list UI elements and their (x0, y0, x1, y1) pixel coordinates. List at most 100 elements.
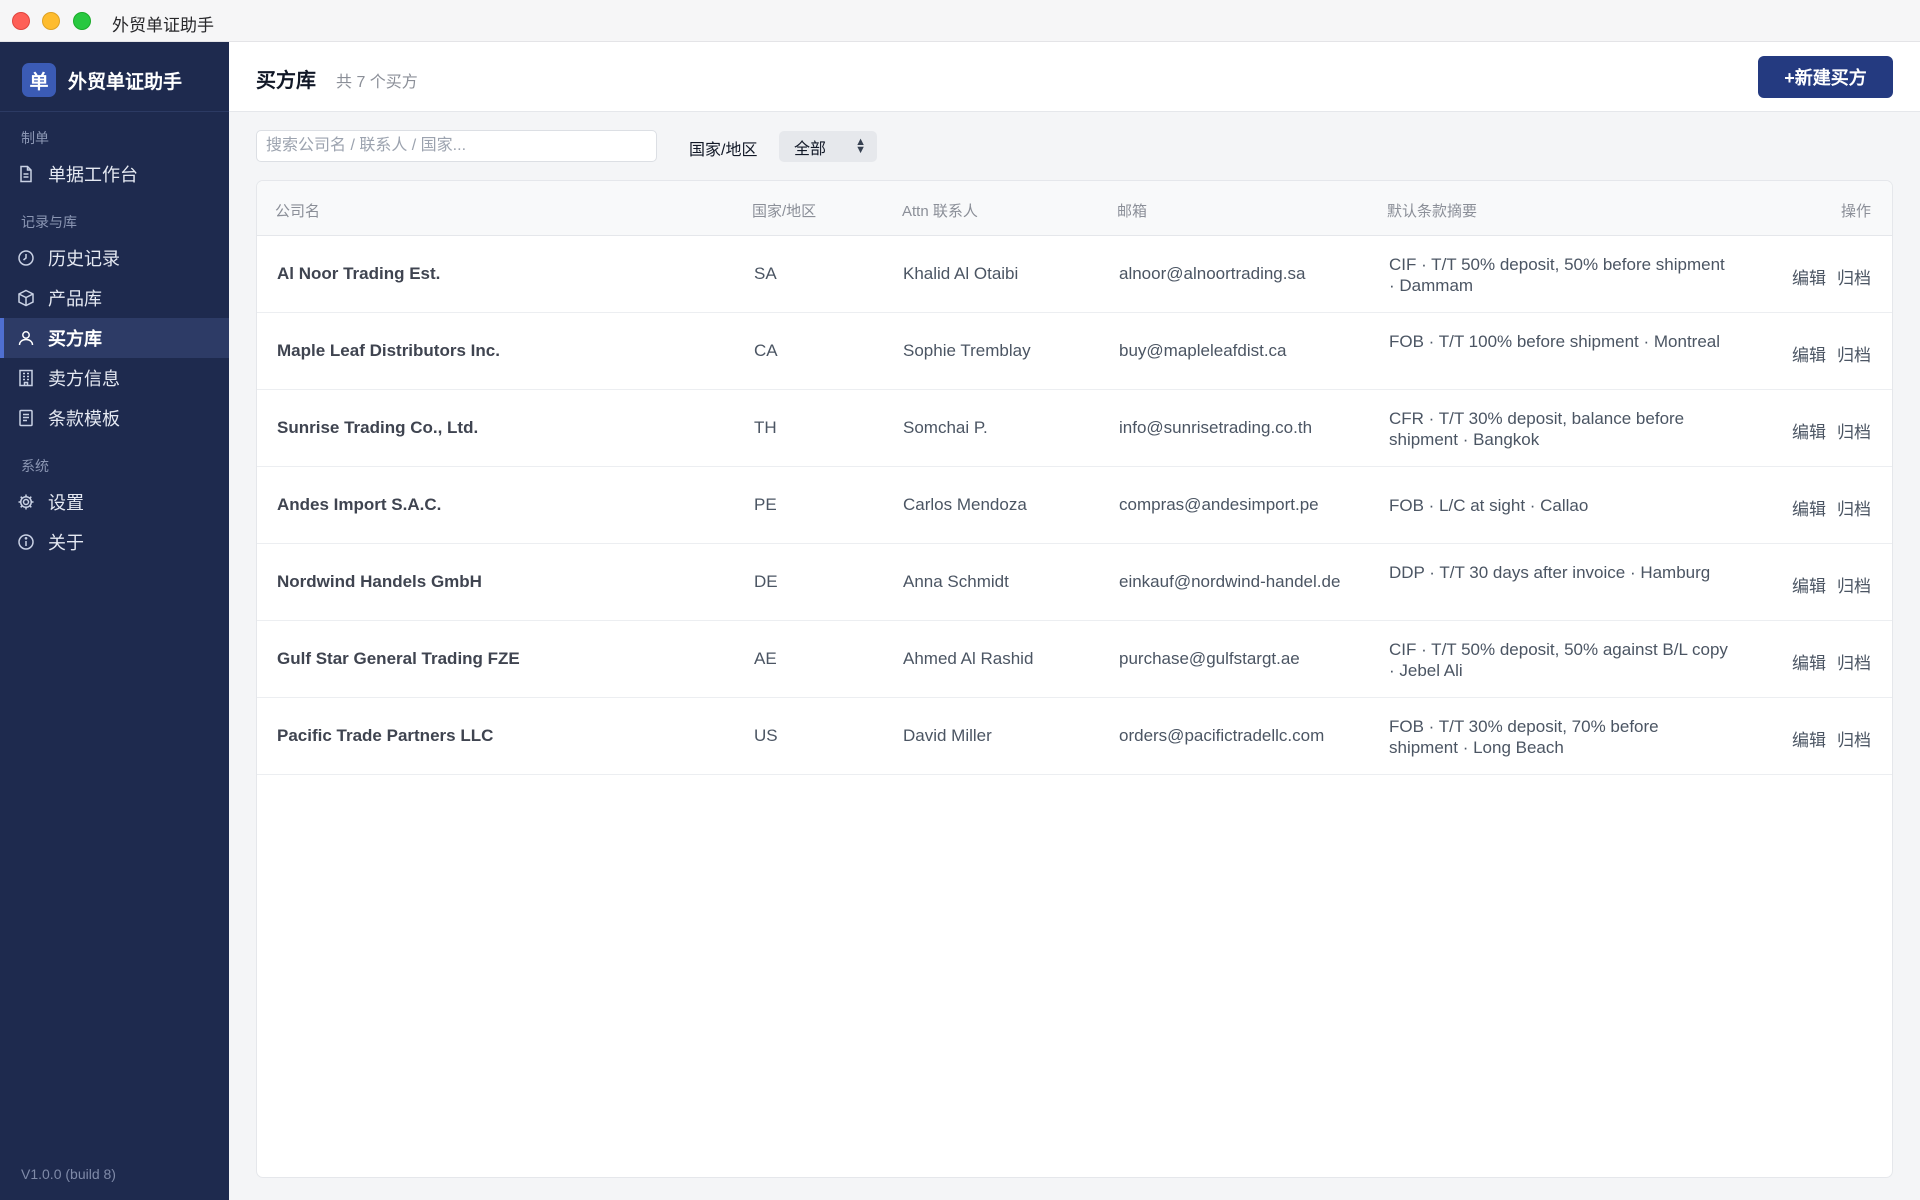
company-name: Nordwind Handels GmbH (277, 572, 482, 591)
column-header-terms: 默认条款摘要 (1387, 203, 1478, 220)
sidebar-item-about[interactable]: 关于 (0, 522, 229, 562)
edit-button[interactable]: 编辑 (1792, 726, 1826, 751)
sidebar-item-label: 单据工作台 (48, 165, 138, 185)
terms-summary: FOB · L/C at sight · Callao (1389, 496, 1589, 515)
country-code: SA (754, 264, 777, 283)
section-label-records: 记录与库 (21, 214, 77, 230)
column-header-actions: 操作 (1841, 203, 1872, 220)
edit-button[interactable]: 编辑 (1792, 495, 1826, 520)
archive-button[interactable]: 归档 (1837, 264, 1871, 289)
archive-button[interactable]: 归档 (1837, 341, 1871, 366)
box-icon (17, 289, 35, 307)
attn-contact: David Miller (903, 726, 992, 745)
table-row[interactable]: Andes Import S.A.C. PE Carlos Mendoza co… (257, 467, 1892, 544)
divider (0, 111, 229, 112)
email: compras@andesimport.pe (1119, 495, 1319, 514)
archive-button[interactable]: 归档 (1837, 418, 1871, 443)
main-content: 买方库 共 7 个买方 +新建买方 国家/地区 全部 ▲▼ 公司名 国家/地区 … (229, 42, 1920, 1200)
attn-contact: Ahmed Al Rashid (903, 649, 1034, 668)
table-row[interactable]: Pacific Trade Partners LLC US David Mill… (257, 698, 1892, 775)
table-header: 公司名 国家/地区 Attn 联系人 邮箱 默认条款摘要 操作 (257, 181, 1892, 236)
edit-button[interactable]: 编辑 (1792, 572, 1826, 597)
attn-contact: Somchai P. (903, 418, 988, 437)
country-filter-value: 全部 (794, 140, 827, 158)
attn-contact: Anna Schmidt (903, 572, 1009, 591)
column-header-attn: Attn 联系人 (902, 203, 978, 220)
terms-summary: DDP · T/T 30 days after invoice · Hambur… (1389, 563, 1711, 582)
version-label: V1.0.0 (build 8) (21, 1166, 116, 1182)
table-row[interactable]: Al Noor Trading Est. SA Khalid Al Otaibi… (257, 236, 1892, 313)
country-code: CA (754, 341, 778, 360)
sidebar-item-label: 卖方信息 (48, 369, 120, 389)
page-header: 买方库 共 7 个买方 +新建买方 (229, 42, 1920, 112)
edit-button[interactable]: 编辑 (1792, 264, 1826, 289)
terms-summary: CIF · T/T 50% deposit, 50% against B/L c… (1389, 640, 1728, 680)
sidebar-item-label: 历史记录 (48, 249, 120, 269)
title-bar: 外贸单证助手 (0, 0, 1920, 42)
email: buy@mapleleafdist.ca (1119, 341, 1287, 360)
country-code: AE (754, 649, 777, 668)
edit-button[interactable]: 编辑 (1792, 418, 1826, 443)
archive-button[interactable]: 归档 (1837, 495, 1871, 520)
buyer-count: 共 7 个买方 (336, 74, 418, 91)
column-header-company: 公司名 (275, 203, 321, 220)
brand: 单 外贸单证助手 (22, 63, 182, 97)
country-code: PE (754, 495, 777, 514)
section-label-make: 制单 (21, 130, 49, 146)
country-code: TH (754, 418, 777, 437)
sidebar-item-label: 设置 (48, 493, 84, 513)
company-name: Sunrise Trading Co., Ltd. (277, 418, 479, 437)
country-filter-label: 国家/地区 (689, 142, 758, 159)
sidebar-item-products[interactable]: 产品库 (0, 278, 229, 318)
table-row[interactable]: Gulf Star General Trading FZE AE Ahmed A… (257, 621, 1892, 698)
sidebar-item-label: 买方库 (48, 329, 102, 349)
building-icon (17, 369, 35, 387)
column-header-country: 国家/地区 (752, 203, 817, 220)
search-input[interactable] (256, 130, 657, 162)
edit-button[interactable]: 编辑 (1792, 649, 1826, 674)
sidebar-item-workbench[interactable]: 单据工作台 (0, 154, 229, 194)
email: purchase@gulfstargt.ae (1119, 649, 1300, 668)
section-label-system: 系统 (21, 458, 49, 474)
terms-summary: FOB · T/T 30% deposit, 70% before shipme… (1389, 717, 1659, 757)
archive-button[interactable]: 归档 (1837, 726, 1871, 751)
sidebar-item-buyers[interactable]: 买方库 (0, 318, 229, 358)
email: einkauf@nordwind-handel.de (1119, 572, 1341, 591)
table-row[interactable]: Maple Leaf Distributors Inc. CA Sophie T… (257, 313, 1892, 390)
attn-contact: Carlos Mendoza (903, 495, 1027, 514)
terms-summary: CFR · T/T 30% deposit, balance before sh… (1389, 409, 1685, 449)
clock-icon (17, 249, 35, 267)
attn-contact: Khalid Al Otaibi (903, 264, 1019, 283)
page-title: 买方库 (256, 70, 316, 92)
document-icon (17, 165, 35, 183)
edit-button[interactable]: 编辑 (1792, 341, 1826, 366)
email: alnoor@alnoortrading.sa (1119, 264, 1306, 283)
user-icon (17, 329, 35, 347)
column-header-email: 邮箱 (1117, 203, 1148, 220)
sidebar-item-settings[interactable]: 设置 (0, 482, 229, 522)
sidebar-item-history[interactable]: 历史记录 (0, 238, 229, 278)
new-buyer-button[interactable]: +新建买方 (1758, 56, 1893, 98)
archive-button[interactable]: 归档 (1837, 649, 1871, 674)
table-row[interactable]: Sunrise Trading Co., Ltd. TH Somchai P. … (257, 390, 1892, 467)
zoom-window-button[interactable] (73, 12, 91, 30)
email: info@sunrisetrading.co.th (1119, 418, 1313, 437)
table-row[interactable]: Nordwind Handels GmbH DE Anna Schmidt ei… (257, 544, 1892, 621)
terms-summary: CIF · T/T 50% deposit, 50% before shipme… (1389, 255, 1725, 295)
archive-button[interactable]: 归档 (1837, 572, 1871, 597)
minimize-window-button[interactable] (42, 12, 60, 30)
brand-name: 外贸单证助手 (68, 71, 183, 93)
country-code: US (754, 726, 778, 745)
close-window-button[interactable] (12, 12, 30, 30)
info-icon (17, 533, 35, 551)
sidebar-item-templates[interactable]: 条款模板 (0, 398, 229, 438)
email: orders@pacifictradellc.com (1119, 726, 1325, 745)
company-name: Andes Import S.A.C. (277, 495, 442, 514)
sidebar-item-label: 产品库 (48, 289, 102, 309)
attn-contact: Sophie Tremblay (903, 341, 1031, 360)
buyers-table: 公司名 国家/地区 Attn 联系人 邮箱 默认条款摘要 操作 Al Noor … (256, 180, 1893, 1178)
country-filter-select[interactable]: 全部 ▲ ▼ (779, 131, 877, 162)
country-code: DE (754, 572, 778, 591)
company-name: Pacific Trade Partners LLC (277, 726, 494, 745)
sidebar-item-seller[interactable]: 卖方信息 (0, 358, 229, 398)
